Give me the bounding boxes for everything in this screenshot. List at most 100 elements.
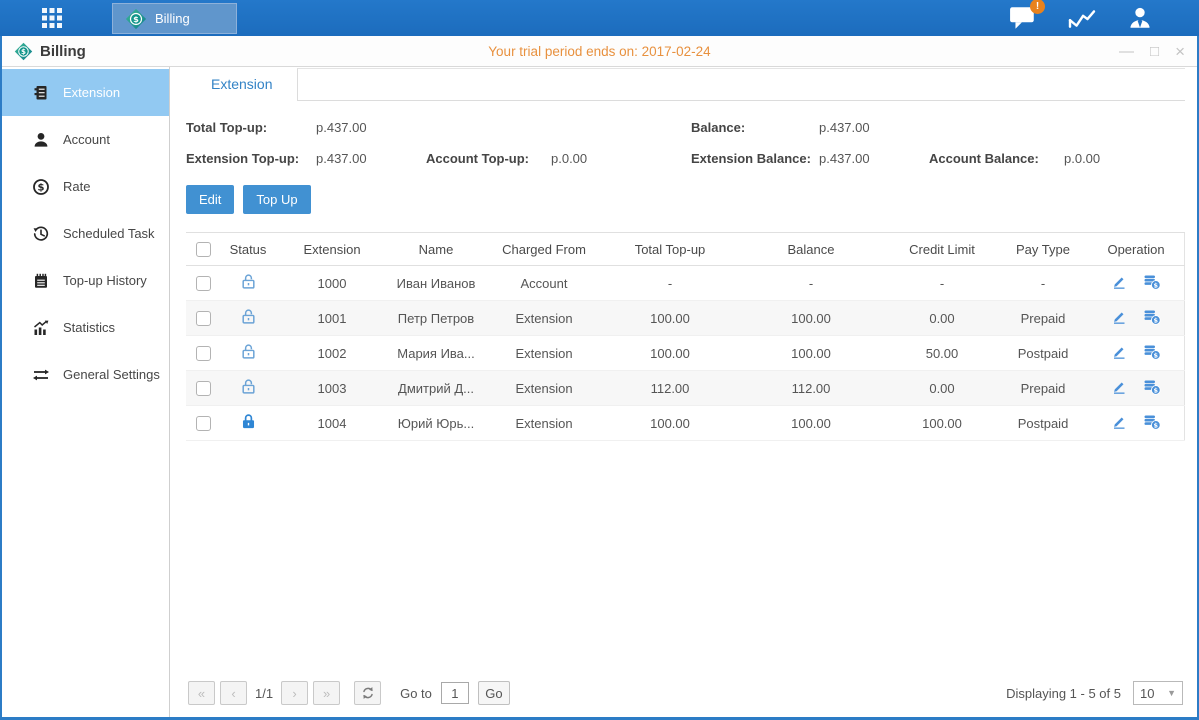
app-launcher-grid-icon[interactable] (0, 0, 104, 36)
first-page-button[interactable]: « (188, 681, 215, 705)
edit-row-icon[interactable] (1111, 414, 1127, 433)
sidebar-item-topup-history[interactable]: Top-up History (2, 257, 169, 304)
line-chart-icon (1067, 6, 1097, 30)
page-size-select[interactable]: 10 ▼ (1133, 681, 1183, 705)
row-checkbox[interactable] (196, 346, 211, 361)
col-status: Status (220, 233, 276, 266)
row-checkbox[interactable] (196, 416, 211, 431)
extension-balance-value: p.437.00 (819, 149, 929, 168)
window-titlebar: $ Billing Your trial period ends on: 201… (2, 36, 1197, 67)
close-button[interactable]: × (1175, 43, 1185, 60)
goto-page-input[interactable] (441, 682, 469, 704)
credit-limit-cell: 100.00 (886, 406, 998, 441)
balance-cell: 112.00 (736, 371, 886, 406)
topup-row-icon[interactable]: $ (1143, 414, 1161, 433)
credit-limit-cell: 0.00 (886, 371, 998, 406)
edit-row-icon[interactable] (1111, 274, 1127, 293)
edit-row-icon[interactable] (1111, 309, 1127, 328)
sidebar-item-label: Top-up History (63, 273, 147, 288)
go-button[interactable]: Go (478, 681, 510, 705)
sidebar-item-label: General Settings (63, 367, 160, 382)
unlocked-icon (240, 308, 257, 328)
sidebar-item-rate[interactable]: $ Rate (2, 163, 169, 210)
sidebar-item-label: Statistics (63, 320, 115, 335)
topup-row-icon[interactable]: $ (1143, 274, 1161, 293)
billing-diamond-icon: $ (125, 8, 147, 30)
pay-type-cell: Prepaid (998, 371, 1088, 406)
charged-from-cell: Extension (484, 336, 604, 371)
refresh-button[interactable] (354, 681, 381, 705)
topup-row-icon[interactable]: $ (1143, 379, 1161, 398)
table-row: 1001Петр ПетровExtension100.00100.000.00… (186, 301, 1185, 336)
extension-topup-value: p.437.00 (316, 149, 426, 168)
table-row: 1004Юрий Юрь...Extension100.00100.00100.… (186, 406, 1185, 441)
maximize-button[interactable]: □ (1150, 44, 1159, 59)
extension-cell: 1001 (276, 301, 388, 336)
col-extension: Extension (276, 233, 388, 266)
col-balance: Balance (736, 233, 886, 266)
locked-icon (240, 413, 257, 433)
sidebar-item-statistics[interactable]: Statistics (2, 304, 169, 351)
edit-button[interactable]: Edit (186, 185, 234, 214)
edit-row-icon[interactable] (1111, 344, 1127, 363)
row-checkbox[interactable] (196, 276, 211, 291)
col-pay-type: Pay Type (998, 233, 1088, 266)
prev-page-button[interactable]: ‹ (220, 681, 247, 705)
sidebar-item-scheduled-task[interactable]: Scheduled Task (2, 210, 169, 257)
taskbar-tab-label: Billing (155, 11, 190, 26)
col-operation: Operation (1088, 233, 1185, 266)
page-size-value: 10 (1140, 686, 1154, 701)
billing-diamond-icon: $ (14, 42, 33, 61)
svg-text:$: $ (1154, 316, 1159, 324)
next-page-button[interactable]: › (281, 681, 308, 705)
pay-type-cell: Prepaid (998, 301, 1088, 336)
pagination-bar: « ‹ 1/1 › » Go to Go (186, 681, 1185, 717)
balance-cell: 100.00 (736, 301, 886, 336)
last-page-button[interactable]: » (313, 681, 340, 705)
taskbar-tab-billing[interactable]: $ Billing (112, 3, 237, 34)
tab-extension[interactable]: Extension (186, 68, 297, 101)
sliders-icon (32, 366, 50, 384)
sidebar-item-account[interactable]: Account (2, 116, 169, 163)
balance-label: Balance: (691, 118, 819, 137)
pay-type-cell: Postpaid (998, 336, 1088, 371)
account-topup-value: p.0.00 (551, 149, 691, 168)
chevron-down-icon: ▼ (1167, 688, 1176, 698)
name-cell: Иван Иванов (388, 266, 484, 301)
credit-limit-cell: - (886, 266, 998, 301)
charged-from-cell: Extension (484, 406, 604, 441)
top-up-button[interactable]: Top Up (243, 185, 310, 214)
svg-text:$: $ (1154, 421, 1159, 429)
topup-row-icon[interactable]: $ (1143, 344, 1161, 363)
notifications-button[interactable]: ! (1009, 6, 1037, 30)
total-topup-cell: - (604, 266, 736, 301)
user-account-button[interactable] (1127, 5, 1153, 31)
table-row: 1000Иван ИвановAccount----$ (186, 266, 1185, 301)
extension-cell: 1002 (276, 336, 388, 371)
pay-type-cell: - (998, 266, 1088, 301)
extension-table-body: 1000Иван ИвановAccount----$1001Петр Петр… (186, 266, 1185, 441)
col-total-topup: Total Top-up (604, 233, 736, 266)
total-topup-cell: 100.00 (604, 301, 736, 336)
sidebar-item-label: Scheduled Task (63, 226, 155, 241)
total-topup-value: p.437.00 (316, 118, 426, 137)
edit-row-icon[interactable] (1111, 379, 1127, 398)
window-title: Billing (40, 43, 86, 60)
sidebar-item-extension[interactable]: Extension (2, 69, 169, 116)
person-icon (32, 131, 50, 149)
select-all-checkbox[interactable] (196, 242, 211, 257)
sidebar-item-general-settings[interactable]: General Settings (2, 351, 169, 398)
balance-summary: Total Top-up: p.437.00 Balance: p.437.00… (186, 118, 1185, 168)
total-topup-cell: 100.00 (604, 336, 736, 371)
grid-icon (40, 6, 64, 30)
balance-cell: - (736, 266, 886, 301)
col-credit-limit: Credit Limit (886, 233, 998, 266)
extension-topup-label: Extension Top-up: (186, 149, 316, 168)
topup-row-icon[interactable]: $ (1143, 309, 1161, 328)
row-checkbox[interactable] (196, 311, 211, 326)
statistics-shortcut-button[interactable] (1067, 6, 1097, 30)
row-checkbox[interactable] (196, 381, 211, 396)
account-balance-label: Account Balance: (929, 149, 1064, 168)
minimize-button[interactable]: — (1119, 44, 1134, 59)
user-icon (1127, 5, 1153, 31)
